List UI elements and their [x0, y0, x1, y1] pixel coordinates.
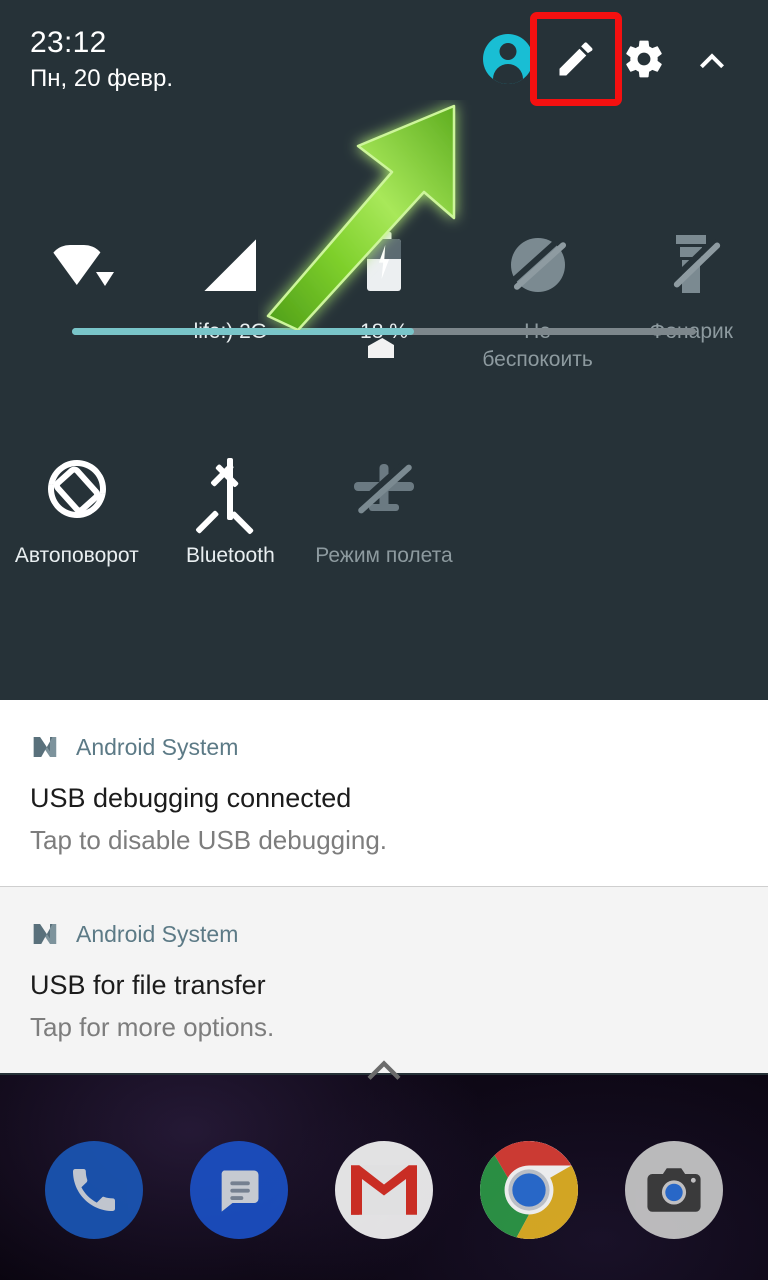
edit-tiles-button[interactable] [530, 12, 622, 106]
quick-settings-header: 23:12 Пн, 20 февр. [0, 0, 768, 112]
battery-charging-icon [349, 230, 419, 300]
clock-date-block: 23:12 Пн, 20 февр. [30, 26, 173, 95]
tile-mobile-data[interactable]: life:) 2G [154, 230, 308, 374]
notification-body: Tap for more options. [30, 1012, 275, 1042]
header-actions [474, 12, 746, 106]
notification-app-name: Android System [76, 920, 239, 947]
do-not-disturb-off-icon [503, 230, 573, 300]
app-dock [0, 1100, 768, 1280]
notification-body: Tap to disable USB debugging. [30, 825, 388, 855]
tile-wifi[interactable] [0, 230, 154, 374]
user-switcher-button[interactable] [474, 25, 542, 93]
dock-app-messages[interactable] [190, 1141, 289, 1239]
settings-button[interactable] [610, 25, 678, 93]
tile-label: Не беспокоить [482, 320, 593, 371]
notification-shade: 23:12 Пн, 20 февр. беспокоить Автоповоро… [0, 0, 768, 1075]
gmail-icon [350, 1165, 417, 1215]
flashlight-off-icon [656, 230, 726, 300]
tile-empty-slot [614, 454, 768, 570]
android-quick-settings-screen: 23:12 Пн, 20 февр. беспокоить Автоповоро… [0, 0, 768, 1280]
tile-label: Bluetooth [186, 544, 275, 567]
status-time: 23:12 [30, 26, 107, 59]
collapse-shade-button[interactable] [678, 25, 746, 93]
dock-app-gmail[interactable] [334, 1141, 433, 1239]
tile-bluetooth[interactable]: Bluetooth [154, 454, 308, 570]
messages-icon [221, 1170, 259, 1212]
phone-icon [73, 1169, 116, 1211]
camera-icon [646, 1168, 701, 1212]
notification-header: Android System [30, 919, 738, 949]
bluetooth-icon [195, 454, 265, 535]
notification-app-name: Android System [76, 733, 239, 760]
notification-list: Android System USB debugging connected T… [0, 700, 768, 1073]
tile-label: Режим полета [315, 544, 453, 567]
user-avatar-icon [483, 34, 533, 84]
notification-header: Android System [30, 732, 738, 762]
chrome-icon [479, 1141, 578, 1239]
status-date: Пн, 20 февр. [30, 65, 174, 92]
screen-rotation-icon [36, 448, 118, 530]
tile-label: Автоповорот [14, 544, 139, 567]
tile-flashlight[interactable]: Фонарик [614, 230, 768, 374]
android-nougat-logo-icon [33, 924, 57, 944]
brightness-slider[interactable] [0, 112, 768, 358]
gear-icon [626, 40, 662, 78]
signal-cellular-icon [195, 230, 265, 300]
android-nougat-logo-icon [33, 737, 57, 757]
tile-airplane-mode[interactable]: Режим полета [307, 454, 461, 570]
notification-item[interactable]: Android System USB for file transfer Tap… [0, 886, 768, 1073]
dock-app-chrome[interactable] [479, 1141, 578, 1239]
airplane-off-icon [349, 454, 419, 524]
chevron-up-icon [700, 53, 724, 69]
dock-app-phone[interactable] [45, 1141, 144, 1239]
notification-item[interactable]: Android System USB debugging connected T… [0, 700, 768, 886]
dock-app-camera[interactable] [624, 1141, 723, 1239]
tile-empty-slot [461, 454, 615, 570]
notification-title: USB for file transfer [30, 970, 266, 1000]
shade-collapse-handle[interactable] [0, 1053, 768, 1093]
quick-settings-row-2: Автоповорот Bluetooth Режим полета [0, 448, 768, 570]
tile-auto-rotate[interactable]: Автоповорот [0, 448, 154, 570]
chevron-up-icon [367, 1060, 401, 1080]
wifi-icon [42, 230, 114, 300]
pencil-edit-icon [559, 42, 593, 76]
tile-do-not-disturb[interactable]: Не беспокоить [461, 230, 615, 374]
notification-title: USB debugging connected [30, 783, 352, 813]
brightness-fill [72, 328, 414, 335]
chevron-down-icon [95, 272, 114, 286]
